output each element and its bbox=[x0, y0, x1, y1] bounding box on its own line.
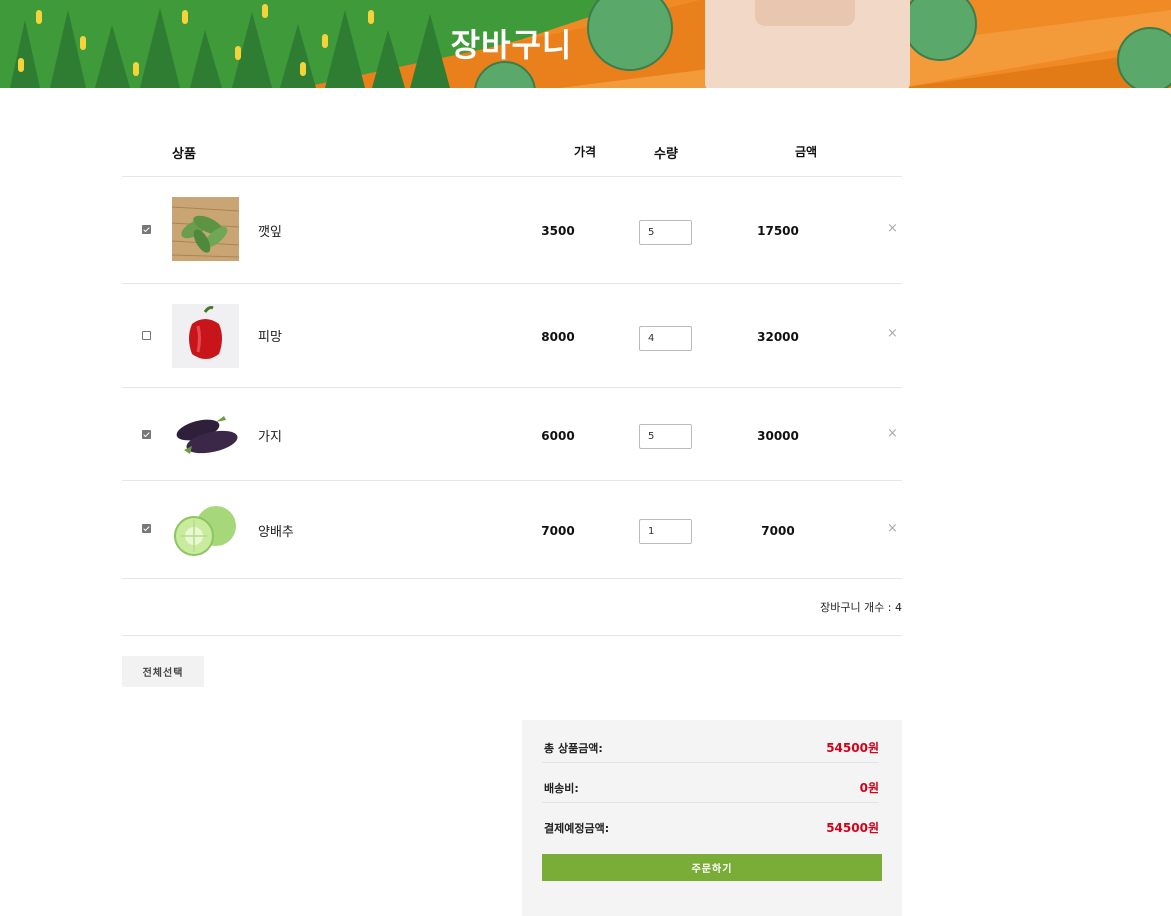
product-amount: 7000 bbox=[761, 524, 795, 538]
cart-row: 가지 6000 30000 × bbox=[122, 388, 902, 481]
cart-row: 양배추 7000 7000 × bbox=[122, 481, 902, 579]
product-name[interactable]: 가지 bbox=[258, 426, 282, 445]
summary-total-row: 결제예정금액: 54500원 bbox=[542, 803, 879, 843]
product-amount: 17500 bbox=[757, 224, 799, 238]
order-button[interactable]: 주문하기 bbox=[542, 854, 882, 881]
cart-row: 피망 8000 32000 × bbox=[122, 284, 902, 388]
remove-item-icon[interactable]: × bbox=[887, 221, 898, 236]
quantity-input[interactable] bbox=[639, 326, 692, 351]
quantity-input[interactable] bbox=[639, 519, 692, 544]
product-price: 6000 bbox=[541, 429, 575, 443]
header-qty: 수량 bbox=[654, 147, 678, 162]
quantity-input[interactable] bbox=[639, 424, 692, 449]
row-checkbox[interactable] bbox=[142, 524, 151, 533]
subtotal-label: 총 상품금액: bbox=[544, 742, 603, 755]
perilla-leaves-image bbox=[172, 197, 239, 261]
table-header: 상품 가격 수량 금액 bbox=[122, 124, 902, 177]
row-checkbox[interactable] bbox=[142, 331, 151, 340]
order-summary: 총 상품금액: 54500원 배송비: 0원 결제예정금액: 54500원 주문… bbox=[522, 720, 902, 916]
shipping-value: 0원 bbox=[859, 781, 879, 795]
remove-item-icon[interactable]: × bbox=[887, 426, 898, 441]
cart-count: 장바구니 개수 : 4 bbox=[820, 601, 902, 614]
product-name[interactable]: 깻잎 bbox=[258, 221, 282, 240]
product-amount: 32000 bbox=[757, 330, 799, 344]
product-name[interactable]: 양배추 bbox=[258, 521, 294, 540]
row-checkbox[interactable] bbox=[142, 225, 151, 234]
subtotal-value: 54500원 bbox=[826, 741, 879, 755]
eggplant-image bbox=[172, 402, 239, 466]
header-product: 상품 bbox=[172, 147, 196, 162]
cart-table: 상품 가격 수량 금액 깻잎 3500 17500 × bbox=[122, 124, 902, 636]
header-price: 가격 bbox=[573, 145, 597, 159]
product-price: 7000 bbox=[541, 524, 575, 538]
product-amount: 30000 bbox=[757, 429, 799, 443]
quantity-input[interactable] bbox=[639, 220, 692, 245]
cabbage-image bbox=[172, 498, 239, 562]
total-label: 결제예정금액: bbox=[544, 822, 610, 835]
select-all-button[interactable]: 전체선택 bbox=[122, 656, 204, 687]
header-amount: 금액 bbox=[794, 145, 818, 159]
product-price: 3500 bbox=[541, 224, 575, 238]
cart-count-row: 장바구니 개수 : 4 bbox=[122, 579, 902, 636]
row-checkbox[interactable] bbox=[142, 430, 151, 439]
header-banner: 장바구니 bbox=[0, 0, 1171, 88]
remove-item-icon[interactable]: × bbox=[887, 521, 898, 536]
product-price: 8000 bbox=[541, 330, 575, 344]
summary-subtotal-row: 총 상품금액: 54500원 bbox=[542, 723, 879, 763]
cart-row: 깻잎 3500 17500 × bbox=[122, 177, 902, 284]
page-title: 장바구니 bbox=[450, 26, 573, 64]
shipping-label: 배송비: bbox=[544, 782, 579, 795]
remove-item-icon[interactable]: × bbox=[887, 326, 898, 341]
total-value: 54500원 bbox=[826, 821, 879, 835]
product-name[interactable]: 피망 bbox=[258, 326, 282, 345]
red-pepper-image bbox=[172, 304, 239, 368]
summary-shipping-row: 배송비: 0원 bbox=[542, 763, 879, 803]
